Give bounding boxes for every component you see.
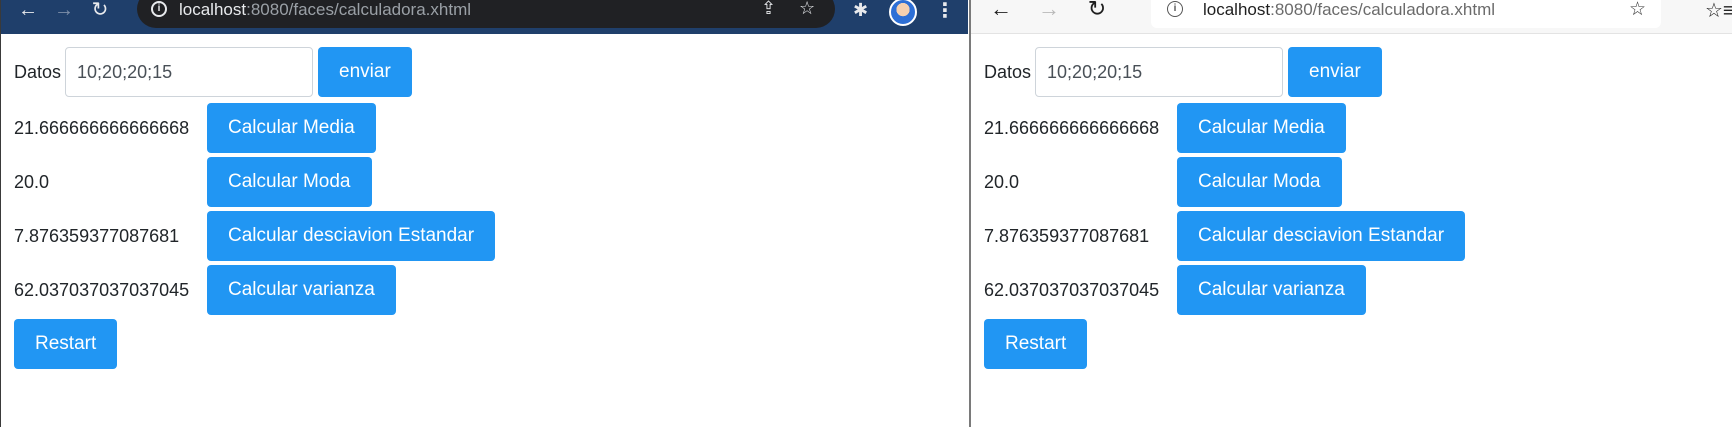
browser-window-left: ← → ↻ i localhost:8080/faces/calculadora… — [0, 0, 968, 427]
reload-icon[interactable]: ↻ — [87, 0, 113, 26]
moda-row: 20.0 Calcular Moda — [14, 157, 372, 207]
calcular-varianza-button[interactable]: Calcular varianza — [207, 265, 396, 315]
reload-icon[interactable]: ↻ — [1083, 0, 1111, 24]
varianza-row: 62.037037037037045 Calcular varianza — [14, 265, 396, 315]
datos-label: Datos — [14, 61, 62, 82]
datos-row: Datos enviar — [984, 47, 1382, 97]
profile-avatar[interactable] — [889, 0, 917, 26]
favorites-icon[interactable]: ☆≡ — [1705, 0, 1732, 23]
address-url[interactable]: localhost:8080/faces/calculadora.xhtml — [1203, 0, 1495, 20]
datos-input[interactable] — [65, 47, 314, 97]
address-bar[interactable]: i localhost:8080/faces/calculadora.xhtml… — [1151, 0, 1661, 28]
site-info-icon[interactable]: i — [151, 1, 167, 17]
page-content: Datos enviar 21.666666666666668 Calcular… — [1, 34, 968, 427]
moda-value: 20.0 — [14, 171, 50, 192]
url-host: localhost — [1203, 0, 1271, 19]
varianza-row: 62.037037037037045 Calcular varianza — [984, 265, 1366, 315]
site-info-icon[interactable]: i — [1167, 1, 1183, 17]
back-icon[interactable]: ← — [987, 0, 1015, 24]
forward-icon[interactable]: → — [51, 0, 77, 26]
media-value: 21.666666666666668 — [984, 117, 1160, 138]
url-host: localhost — [179, 0, 247, 19]
bookmark-star-icon[interactable]: ☆ — [799, 0, 815, 19]
menu-icon[interactable]: ⋮ — [935, 0, 955, 23]
restart-button[interactable]: Restart — [14, 319, 118, 369]
back-icon[interactable]: ← — [15, 0, 41, 26]
share-icon[interactable]: ⇪ — [761, 0, 776, 19]
desviacion-value: 7.876359377087681 — [984, 225, 1150, 246]
calcular-media-button[interactable]: Calcular Media — [207, 103, 376, 153]
calcular-moda-button[interactable]: Calcular Moda — [207, 157, 372, 207]
datos-label: Datos — [984, 61, 1032, 82]
enviar-button[interactable]: enviar — [318, 47, 412, 97]
address-url[interactable]: localhost:8080/faces/calculadora.xhtml — [179, 0, 471, 20]
url-path: :8080/faces/calculadora.xhtml — [246, 0, 472, 19]
calcular-media-button[interactable]: Calcular Media — [1177, 103, 1346, 153]
datos-input[interactable] — [1035, 47, 1284, 97]
moda-value: 20.0 — [984, 171, 1020, 192]
restart-row: Restart — [14, 319, 118, 369]
calcular-moda-button[interactable]: Calcular Moda — [1177, 157, 1342, 207]
forward-icon[interactable]: → — [1035, 0, 1063, 24]
browser-toolbar: ← → ↻ i localhost:8080/faces/calculadora… — [971, 0, 1732, 34]
restart-button[interactable]: Restart — [984, 319, 1088, 369]
browser-window-right: ← → ↻ i localhost:8080/faces/calculadora… — [969, 0, 1732, 427]
media-row: 21.666666666666668 Calcular Media — [14, 103, 376, 153]
calcular-desviacion-button[interactable]: Calcular desciavion Estandar — [207, 211, 496, 261]
enviar-button[interactable]: enviar — [1288, 47, 1382, 97]
desviacion-row: 7.876359377087681 Calcular desciavion Es… — [14, 211, 496, 261]
page-content: Datos enviar 21.666666666666668 Calcular… — [971, 34, 1732, 427]
address-bar[interactable]: i localhost:8080/faces/calculadora.xhtml… — [137, 0, 835, 28]
moda-row: 20.0 Calcular Moda — [984, 157, 1342, 207]
desviacion-row: 7.876359377087681 Calcular desciavion Es… — [984, 211, 1466, 261]
media-value: 21.666666666666668 — [14, 117, 190, 138]
varianza-value: 62.037037037037045 — [984, 279, 1160, 300]
media-row: 21.666666666666668 Calcular Media — [984, 103, 1346, 153]
desviacion-value: 7.876359377087681 — [14, 225, 180, 246]
varianza-value: 62.037037037037045 — [14, 279, 190, 300]
url-path: :8080/faces/calculadora.xhtml — [1270, 0, 1496, 19]
calcular-varianza-button[interactable]: Calcular varianza — [1177, 265, 1366, 315]
restart-row: Restart — [984, 319, 1088, 369]
browser-toolbar: ← → ↻ i localhost:8080/faces/calculadora… — [1, 0, 968, 34]
add-favorite-icon[interactable]: ☆ — [1629, 0, 1646, 21]
datos-row: Datos enviar — [14, 47, 412, 97]
extensions-icon[interactable]: ✱ — [853, 0, 868, 21]
calcular-desviacion-button[interactable]: Calcular desciavion Estandar — [1177, 211, 1466, 261]
